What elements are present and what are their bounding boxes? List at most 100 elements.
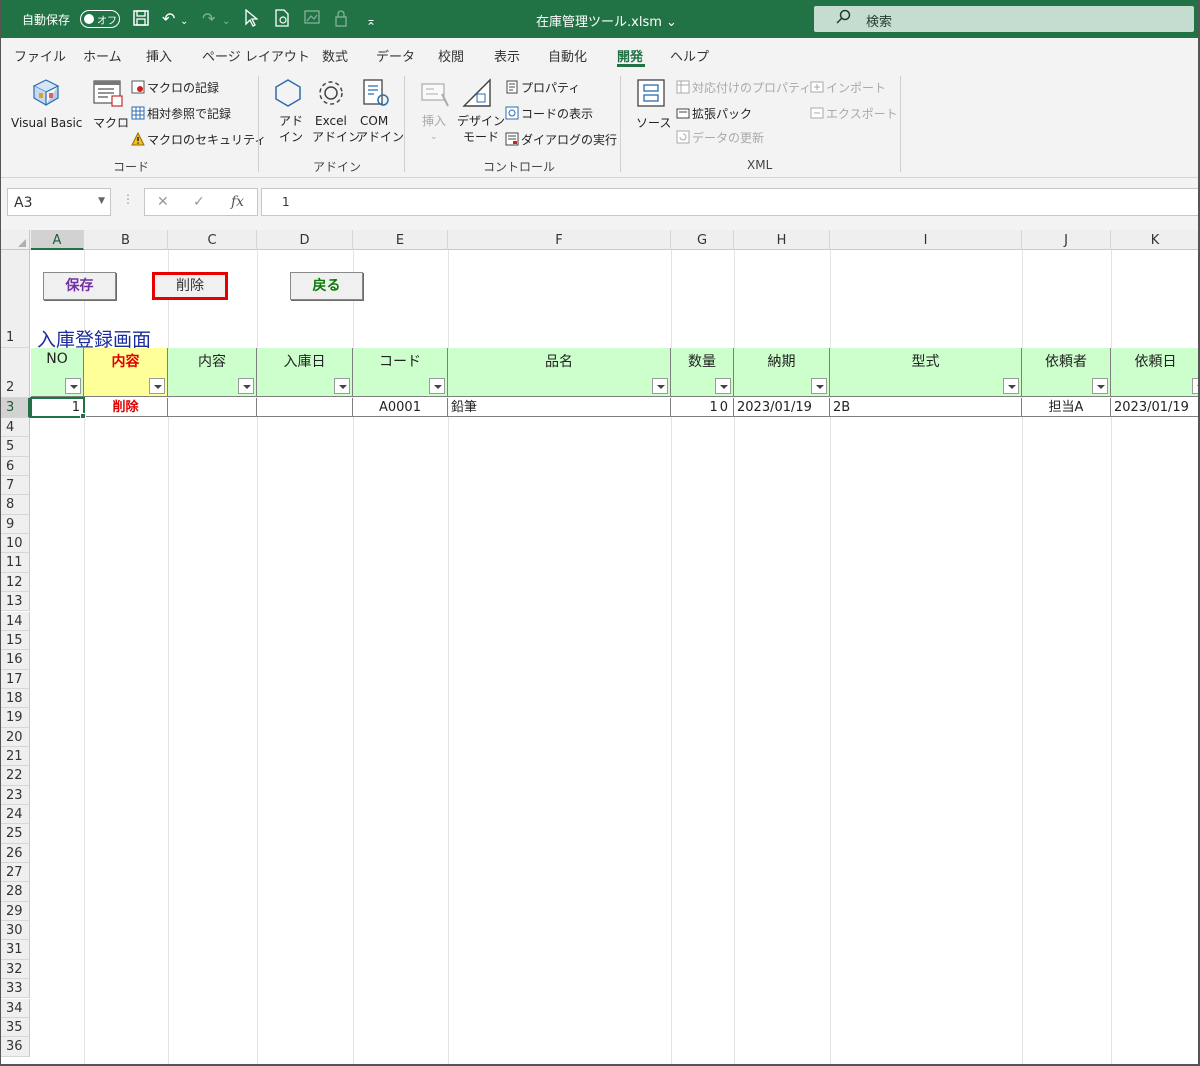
name-box[interactable]: A3 ▼ (7, 188, 111, 216)
column-header[interactable]: A (31, 230, 84, 250)
row-header[interactable]: 17 (0, 669, 30, 689)
document-title[interactable]: 在庫管理ツール.xlsm ⌄ (536, 11, 677, 30)
row-header[interactable]: 36 (0, 1037, 30, 1057)
column-header[interactable]: G (671, 230, 734, 250)
xml-source-button[interactable]: ソース (636, 116, 671, 131)
select-all-button[interactable] (0, 230, 30, 250)
print-preview-icon[interactable] (274, 9, 290, 32)
row-header[interactable]: 2 (0, 348, 30, 398)
lock-icon[interactable] (334, 9, 348, 32)
table-cell-due-date[interactable]: 2023/01/19 (734, 398, 830, 417)
undo-dropdown-icon[interactable]: ⌄ (180, 12, 188, 32)
refresh-data-button[interactable]: データの更新 (676, 130, 764, 146)
row-header[interactable]: 33 (0, 979, 30, 999)
excel-addins-button[interactable]: Excel (315, 114, 347, 129)
column-header[interactable]: H (734, 230, 830, 250)
insert-control-button[interactable]: 挿入 (422, 114, 446, 129)
record-macro-button[interactable]: マクロの記録 (131, 80, 219, 96)
column-header[interactable]: D (257, 230, 353, 250)
row-header[interactable]: 21 (0, 746, 30, 767)
chevron-down-icon[interactable]: ▼ (98, 196, 105, 206)
enter-icon[interactable]: ✓ (193, 194, 205, 210)
row-header[interactable]: 23 (0, 785, 30, 805)
tab-home[interactable]: ホーム (83, 46, 122, 65)
expansion-packs-button[interactable]: 拡張パック (676, 106, 752, 122)
search-box[interactable]: 検索 (814, 6, 1194, 32)
drag-handle-icon[interactable]: ⋮ (122, 192, 134, 206)
view-code-button[interactable]: コードの表示 (505, 106, 593, 122)
filter-dropdown-icon[interactable] (652, 378, 668, 394)
row-header[interactable]: 27 (0, 863, 30, 883)
row-header[interactable]: 4 (0, 418, 30, 438)
table-cell-content[interactable] (168, 398, 257, 417)
row-header[interactable]: 31 (0, 940, 30, 960)
table-cell-code[interactable]: A0001 (353, 398, 448, 417)
tab-help[interactable]: ヘルプ (670, 46, 709, 65)
table-cell-received-date[interactable] (257, 398, 353, 417)
tab-data[interactable]: データ (376, 46, 415, 65)
redo-icon[interactable]: ↷ (202, 9, 215, 29)
com-addins-button[interactable]: COM (360, 114, 388, 129)
row-header[interactable]: 11 (0, 553, 30, 573)
tab-insert[interactable]: 挿入 (146, 46, 172, 65)
row-header[interactable]: 12 (0, 572, 30, 593)
map-properties-button[interactable]: 対応付けのプロパティ (676, 80, 811, 96)
row-header[interactable]: 22 (0, 766, 30, 786)
table-cell-quantity[interactable]: 10 (671, 398, 734, 417)
row-header[interactable]: 7 (0, 476, 30, 496)
row-header[interactable]: 25 (0, 824, 30, 844)
row-header[interactable]: 15 (0, 630, 30, 651)
delete-button[interactable]: 削除 (152, 272, 228, 300)
filter-dropdown-icon[interactable] (429, 378, 445, 394)
filter-dropdown-icon[interactable] (65, 378, 81, 394)
row-header[interactable]: 13 (0, 592, 30, 612)
xml-export-button[interactable]: エクスポート (810, 106, 898, 122)
row-header[interactable]: 24 (0, 805, 30, 825)
table-cell-requester[interactable]: 担当A (1022, 398, 1111, 417)
tab-formulas[interactable]: 数式 (322, 46, 348, 65)
row-header[interactable]: 6 (0, 456, 30, 477)
filter-dropdown-icon[interactable] (715, 378, 731, 394)
tab-automate[interactable]: 自動化 (548, 46, 587, 65)
row-header[interactable]: 20 (0, 727, 30, 747)
table-cell-model[interactable]: 2B (830, 398, 1022, 417)
redo-dropdown-icon[interactable]: ⌄ (222, 12, 230, 32)
save-button[interactable]: 保存 (43, 272, 116, 300)
filter-dropdown-icon[interactable] (811, 378, 827, 394)
customize-qat-icon[interactable]: ⌅ (366, 11, 376, 31)
column-header[interactable]: C (168, 230, 257, 250)
row-header[interactable]: 1 (0, 250, 30, 348)
addins-button[interactable]: アド (279, 114, 303, 129)
run-dialog-button[interactable]: ダイアログの実行 (505, 132, 617, 148)
row-header[interactable]: 28 (0, 882, 30, 902)
properties-button[interactable]: プロパティ (505, 80, 580, 96)
fill-handle[interactable] (80, 413, 86, 419)
back-button[interactable]: 戻る (290, 272, 363, 300)
row-header[interactable]: 30 (0, 921, 30, 941)
visual-basic-button[interactable]: Visual Basic (11, 116, 82, 131)
row-header[interactable]: 16 (0, 650, 30, 670)
table-cell-no[interactable]: 1 (30, 397, 85, 418)
column-header[interactable]: K (1111, 230, 1200, 250)
undo-icon[interactable]: ↶ (162, 9, 175, 29)
row-header[interactable]: 5 (0, 437, 30, 457)
row-header[interactable]: 10 (0, 534, 30, 554)
table-cell-item-name[interactable]: 鉛筆 (448, 398, 671, 417)
row-header[interactable]: 32 (0, 959, 30, 980)
autosave-toggle[interactable]: オフ (80, 10, 120, 28)
tab-page-layout[interactable]: ページ レイアウト (202, 46, 310, 65)
filter-dropdown-icon[interactable] (238, 378, 254, 394)
column-header[interactable]: E (353, 230, 448, 250)
row-header[interactable]: 14 (0, 611, 30, 631)
row-header[interactable]: 3 (0, 398, 30, 418)
filter-dropdown-icon[interactable] (1003, 378, 1019, 394)
column-header[interactable]: I (830, 230, 1022, 250)
column-header[interactable]: J (1022, 230, 1111, 250)
tab-review[interactable]: 校閲 (438, 46, 464, 65)
design-mode-button[interactable]: デザイン (457, 114, 505, 129)
xml-import-button[interactable]: インポート (810, 80, 886, 96)
pointer-icon[interactable] (244, 8, 259, 32)
tab-file[interactable]: ファイル (14, 46, 66, 65)
insert-function-icon[interactable]: fx (231, 194, 244, 210)
macro-security-button[interactable]: マクロのセキュリティ (131, 131, 266, 148)
